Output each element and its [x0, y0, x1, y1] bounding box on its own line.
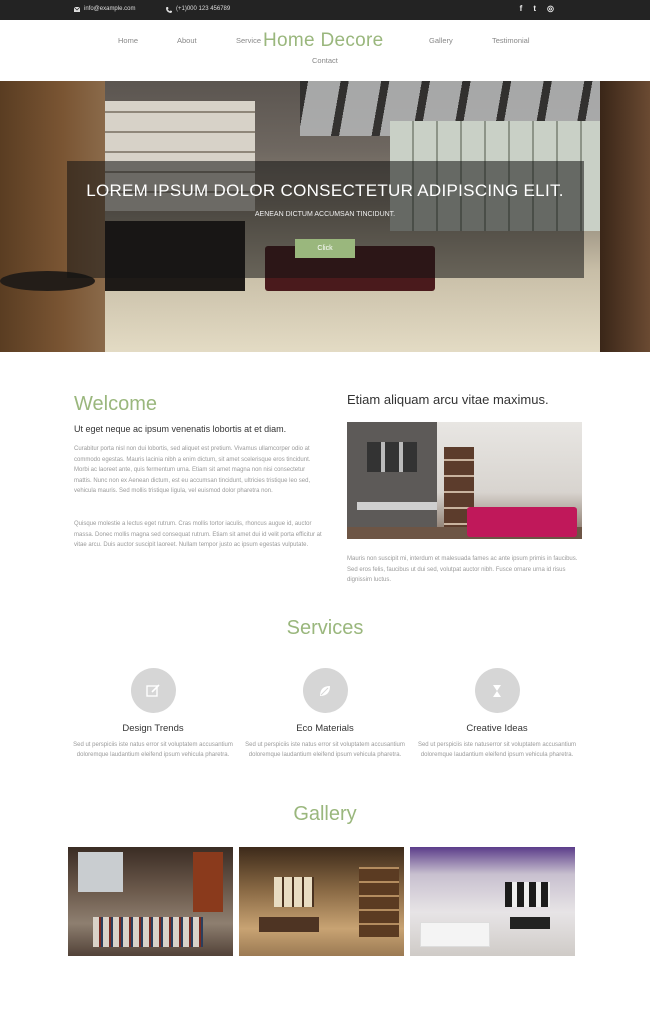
hourglass-icon	[493, 684, 501, 697]
hero-caption-overlay	[67, 161, 584, 278]
service-desc: Sed ut perspiciis iste natuserror sit vo…	[417, 742, 577, 758]
feature-paragraph: Mauris non suscipit mi, interdum et male…	[347, 556, 578, 584]
brand-logo[interactable]: Home Decore	[263, 30, 384, 52]
hero-title: LOREM IPSUM DOLOR CONSECTETUR ADIPISCING…	[86, 181, 564, 200]
hero-banner: LOREM IPSUM DOLOR CONSECTETUR ADIPISCING…	[0, 81, 650, 352]
leaf-icon	[320, 685, 330, 696]
gallery-sofa	[420, 922, 490, 947]
gallery-accent-wall	[193, 852, 223, 912]
room-wall	[347, 422, 437, 539]
gallery-image-2[interactable]	[239, 847, 404, 956]
service-icon-circle[interactable]	[302, 668, 348, 713]
welcome-subtitle: Ut eget neque ac ipsum venenatis loborti…	[74, 424, 287, 434]
envelope-icon	[73, 6, 81, 12]
phone-icon	[166, 6, 172, 13]
phone-contact[interactable]: (+1)000 123 456789	[166, 6, 231, 13]
main-nav: Home About Service Home Decore Gallery T…	[0, 20, 650, 81]
service-card: Eco Materials Sed ut perspiciis iste nat…	[240, 668, 410, 760]
service-name: Creative Ideas	[466, 723, 528, 734]
gallery-window	[274, 877, 314, 907]
gallery-tv	[510, 917, 550, 929]
facebook-icon[interactable]: f	[520, 4, 523, 14]
nav-testimonial[interactable]: Testimonial	[492, 36, 530, 45]
gallery-title: Gallery	[293, 803, 357, 825]
gallery-image-1[interactable]	[68, 847, 233, 956]
nav-contact[interactable]: Contact	[312, 56, 338, 65]
gallery-shelf	[359, 867, 399, 937]
service-name: Eco Materials	[296, 723, 354, 734]
service-icon-circle[interactable]	[130, 668, 176, 713]
dribbble-icon[interactable]: ◎	[547, 4, 554, 14]
gallery-wall-tiles	[505, 882, 550, 907]
service-desc: Sed ut perspiciis iste natus error sit v…	[245, 742, 405, 758]
nav-home[interactable]: Home	[118, 36, 138, 45]
service-icon-circle[interactable]	[474, 668, 520, 713]
social-links: f t ◎	[520, 4, 554, 14]
service-name: Design Trends	[122, 723, 184, 734]
welcome-paragraph-2: Quisque molestie a lectus eget rutrum. C…	[74, 521, 322, 549]
service-card: Creative Ideas Sed ut perspiciis iste na…	[412, 668, 582, 760]
gallery-sofa	[259, 917, 319, 932]
hero-click-button[interactable]: Click	[295, 239, 355, 258]
service-card: Design Trends Sed ut perspiciis iste nat…	[68, 668, 238, 760]
services-title: Services	[286, 617, 364, 639]
feature-room-image	[347, 422, 582, 539]
hero-subtitle: AENEAN DICTUM ACCUMSAN TINCIDUNT.	[254, 211, 396, 218]
phone-text: (+1)000 123 456789	[176, 6, 231, 12]
edit-icon	[146, 683, 160, 697]
room-sofa	[467, 507, 577, 537]
service-desc: Sed ut perspiciis iste natus error sit v…	[73, 742, 233, 758]
gallery-bookshelf	[93, 917, 203, 947]
top-bar: info@example.com (+1)000 123 456789 f t …	[0, 0, 650, 20]
twitter-icon[interactable]: t	[533, 4, 536, 14]
email-text: info@example.com	[84, 6, 136, 12]
nav-service[interactable]: Service	[236, 36, 261, 45]
nav-about[interactable]: About	[177, 36, 197, 45]
gallery-image-3[interactable]	[410, 847, 575, 956]
nav-gallery[interactable]: Gallery	[429, 36, 453, 45]
feature-title: Etiam aliquam arcu vitae maximus.	[347, 392, 549, 407]
welcome-paragraph-1: Curabitur porta nisl non dui lobortis, s…	[74, 446, 311, 495]
welcome-title: Welcome	[74, 393, 157, 415]
room-desk	[357, 502, 437, 510]
room-frames	[367, 442, 417, 472]
email-contact[interactable]: info@example.com	[73, 6, 136, 12]
gallery-window	[78, 852, 123, 892]
